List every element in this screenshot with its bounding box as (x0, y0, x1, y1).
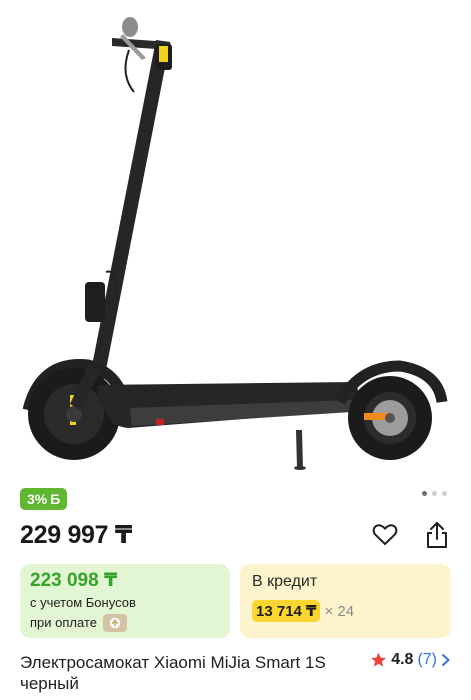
gallery-pager (422, 491, 447, 496)
credit-months: × 24 (324, 602, 355, 620)
pager-dot (432, 491, 437, 496)
discount-value: 3% (27, 491, 48, 507)
credit-label: В кредит (252, 573, 318, 590)
bonus-currency-icon: Б (50, 491, 61, 507)
favorite-button[interactable] (371, 520, 399, 550)
product-title: Электросамокат Xiaomi MiJia Smart 1S чер… (20, 653, 326, 693)
pager-dot-active (422, 491, 427, 496)
product-price: 229 997 ₸ (20, 521, 133, 549)
heart-icon (372, 524, 398, 545)
pager-dot (442, 491, 447, 496)
review-count[interactable]: (7) (417, 651, 437, 669)
bonus-price-card[interactable]: 223 098 ₸ с учетом Бонусов при оплате (20, 564, 230, 638)
discount-badge: 3% Б (20, 488, 68, 510)
bonus-coin-icon (102, 613, 127, 632)
rating-value: 4.8 (391, 651, 414, 668)
share-button[interactable] (423, 520, 451, 550)
bonus-price: 223 098 ₸ (30, 570, 118, 591)
product-image (22, 17, 448, 470)
product-rating[interactable]: 4.8 (7) (370, 651, 451, 669)
product-image-gallery[interactable] (0, 0, 471, 480)
share-icon (427, 522, 447, 548)
product-actions (371, 520, 451, 550)
credit-card[interactable]: В кредит 13 714 ₸ × 24 (240, 564, 451, 638)
bonus-caption: с учетом Бонусов (30, 595, 136, 610)
bonus-payment-caption: при оплате (30, 615, 97, 630)
credit-monthly-payment: 13 714 ₸ (252, 600, 321, 622)
star-icon (371, 652, 387, 667)
chevron-right-icon[interactable] (441, 653, 451, 667)
